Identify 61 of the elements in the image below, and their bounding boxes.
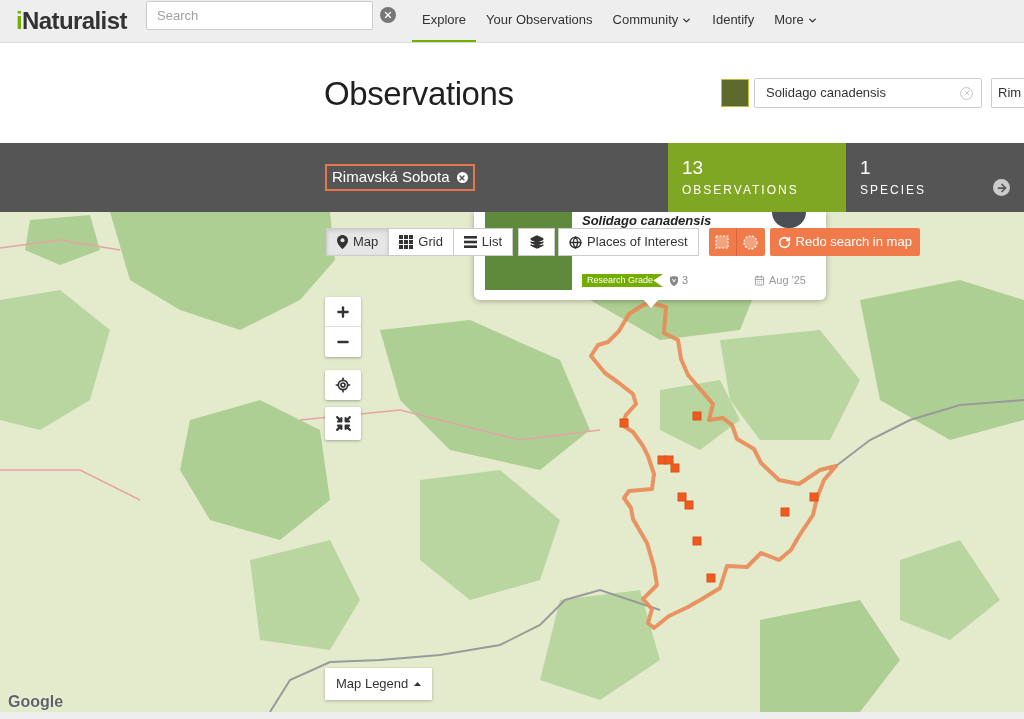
taxon-photo-placeholder [721, 79, 749, 107]
grid-icon [399, 235, 414, 249]
fullscreen-button[interactable] [325, 407, 361, 440]
globe-icon [569, 235, 583, 249]
nav-link[interactable]: Your Observations [476, 0, 603, 42]
caret-up-icon [414, 682, 422, 686]
locate-icon [335, 377, 351, 393]
dashed-square-icon [715, 235, 730, 249]
species-name: Solidago canadensis [582, 213, 712, 228]
observation-marker[interactable] [684, 500, 694, 510]
layers-button[interactable] [518, 228, 556, 256]
user-avatar[interactable] [772, 212, 806, 228]
fullscreen-icon [334, 415, 352, 432]
stat-count: 1 [860, 158, 872, 177]
google-logo[interactable]: Google [8, 694, 64, 710]
nav-link[interactable]: Identify [702, 0, 765, 42]
calendar-icon [754, 275, 765, 286]
observation-marker[interactable] [670, 463, 680, 473]
observation-date: Aug '25 [769, 275, 806, 286]
view-tab[interactable]: Grid [388, 228, 454, 256]
nav-link[interactable]: Community [602, 0, 703, 42]
taxon-field-value: Solidago canadensis [766, 84, 887, 103]
place-field[interactable]: Rim [991, 78, 1024, 108]
plus-icon [335, 303, 351, 320]
taxon-field[interactable]: Solidago canadensis [754, 78, 982, 108]
identification-count: 3 [682, 275, 689, 286]
nav-link[interactable]: More [764, 0, 828, 42]
map-pin-icon [337, 235, 348, 249]
observation-marker[interactable] [677, 492, 687, 502]
layers-icon [529, 235, 544, 249]
observation-marker[interactable] [692, 411, 702, 421]
observation-marker[interactable] [706, 573, 716, 583]
map-legend-button[interactable]: Map Legend [325, 668, 433, 700]
search-field[interactable]: Search [146, 1, 373, 30]
observation-marker[interactable] [780, 507, 790, 517]
remove-icon[interactable] [456, 172, 468, 183]
observation-marker[interactable] [809, 492, 819, 502]
stat-tab[interactable]: 1 SPECIES [846, 143, 1024, 212]
list-icon [463, 236, 477, 248]
locate-button[interactable] [325, 370, 361, 400]
inaturalist-logo[interactable]: iNaturalist [16, 9, 127, 33]
dashed-circle-icon [743, 234, 759, 250]
observation-marker[interactable] [664, 455, 674, 465]
shield-icon [670, 275, 678, 286]
rectangle-select-button[interactable] [708, 228, 737, 256]
refresh-icon [777, 235, 791, 249]
clear-icon[interactable] [380, 7, 396, 23]
observation-marker[interactable] [619, 418, 629, 428]
place-chip[interactable]: Rimavská Sobota [325, 164, 475, 191]
view-tab[interactable]: Map [326, 228, 390, 256]
stat-count: 13 [682, 158, 705, 177]
view-tab[interactable]: List [452, 228, 514, 256]
page-title: Observations [324, 76, 514, 110]
observation-marker[interactable] [692, 536, 702, 546]
circle-select-button[interactable] [736, 228, 765, 256]
places-button[interactable]: Places of Interest [558, 228, 699, 256]
arrow-right-icon[interactable] [993, 179, 1010, 196]
quality-badge: Research Grade [582, 274, 664, 287]
place-field-value: Rim [998, 84, 1022, 103]
stat-label: OBSERVATIONS [682, 184, 799, 196]
stat-label: SPECIES [860, 184, 927, 196]
